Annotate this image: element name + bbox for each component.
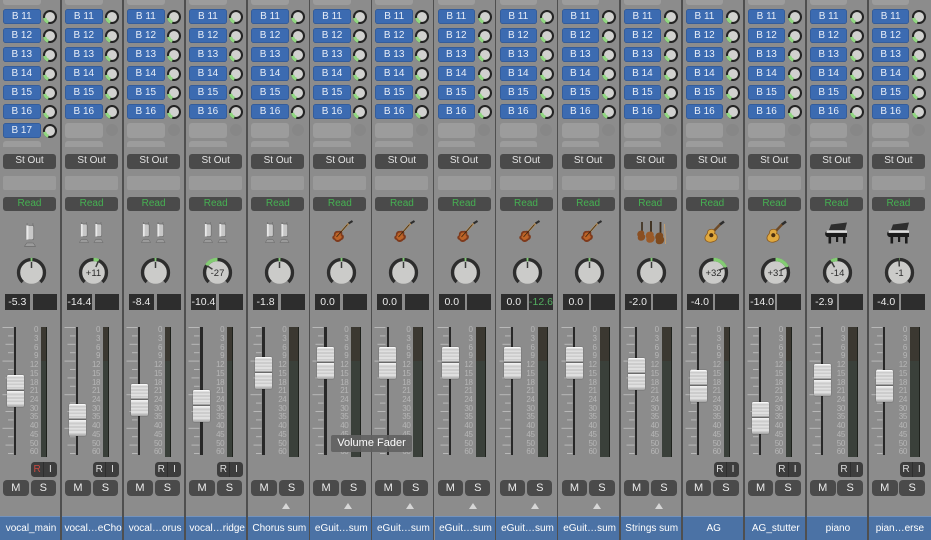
svg-text:+11: +11: [85, 268, 100, 279]
svg-text:-14: -14: [831, 268, 845, 279]
svg-text:+31: +31: [768, 268, 784, 279]
svg-text:-27: -27: [210, 268, 224, 279]
svg-text:+32: +32: [706, 268, 722, 279]
svg-text:-1: -1: [896, 268, 904, 279]
